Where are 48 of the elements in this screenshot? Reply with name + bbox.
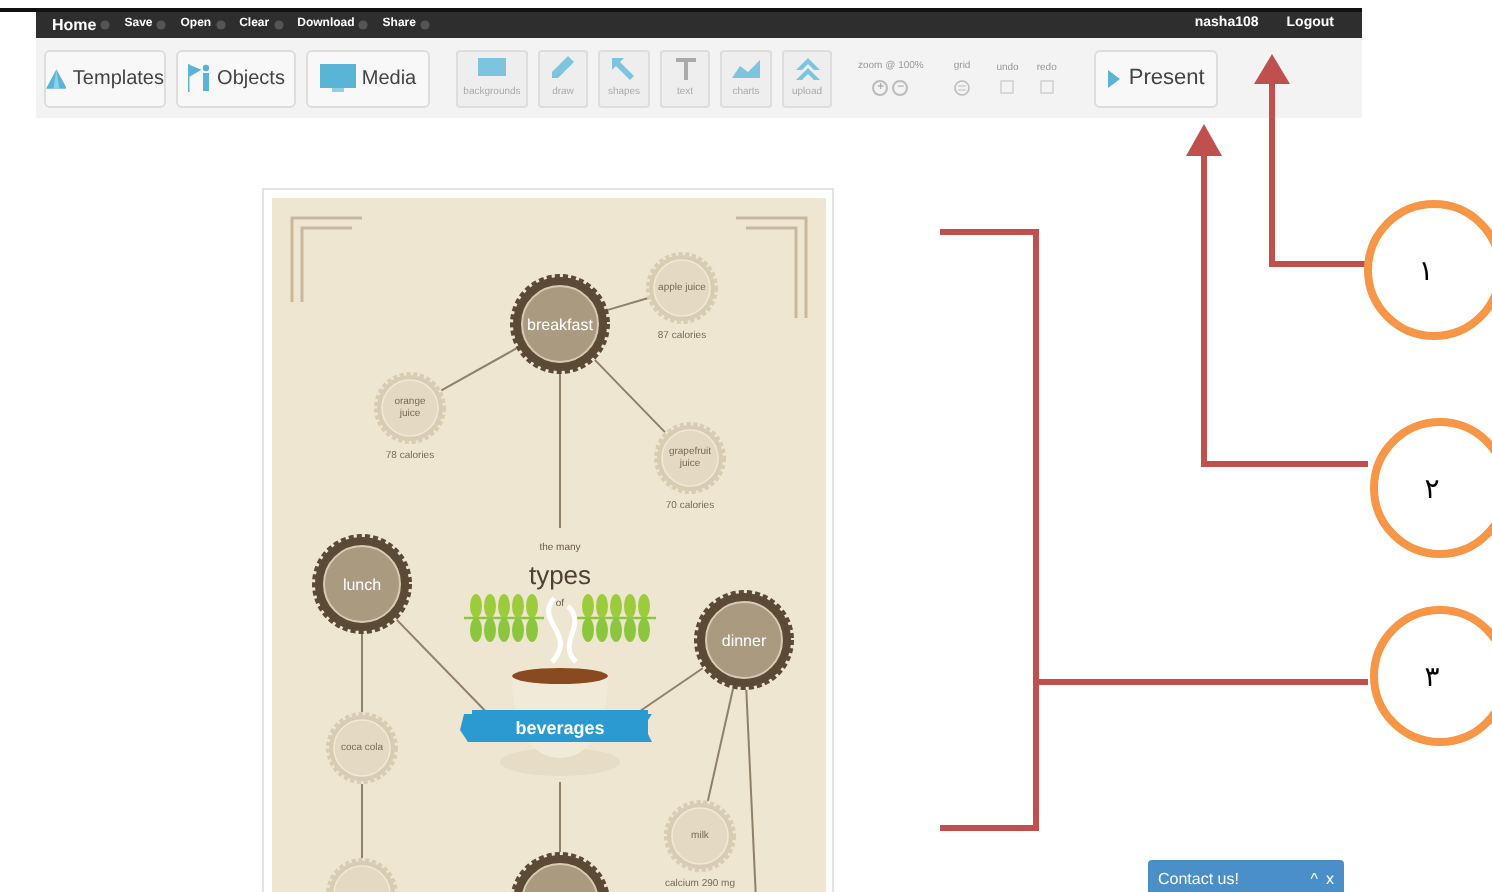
connector-line — [361, 783, 363, 859]
redo-icon[interactable] — [1039, 80, 1054, 95]
present-button[interactable]: Present — [1094, 49, 1219, 107]
monitor-icon — [319, 64, 356, 92]
dropdown-icon — [358, 20, 369, 30]
menu-item[interactable]: Home — [52, 13, 111, 37]
area-chart-icon — [730, 55, 762, 82]
banner-label: beverages — [515, 718, 605, 738]
grid-icon[interactable] — [954, 79, 971, 96]
arrow-icon — [608, 55, 640, 82]
corner-ornament — [734, 216, 808, 320]
backgrounds-icon — [476, 55, 508, 82]
node-circle — [374, 372, 446, 444]
upload-icon — [791, 55, 823, 82]
node-circle — [312, 534, 412, 634]
connector-line — [440, 347, 518, 392]
pyramid-icon — [46, 65, 67, 91]
connector-line — [606, 297, 649, 311]
node-circle — [510, 274, 610, 374]
panel-button[interactable]: Templates — [44, 49, 166, 107]
pencil-icon — [547, 55, 579, 82]
connector-line — [361, 633, 363, 713]
node-circle — [664, 800, 736, 872]
play-icon — [1108, 69, 1121, 87]
title-main: types — [528, 560, 592, 590]
node-label: breakfast — [527, 316, 593, 334]
flag-person-icon — [187, 64, 212, 92]
panel-button[interactable]: Objects — [176, 49, 296, 107]
contact-label: Contact us! — [1158, 868, 1239, 892]
connector-line — [559, 781, 561, 853]
panel-button[interactable]: Media — [306, 49, 430, 107]
dropdown-icon — [156, 20, 167, 30]
dropdown-icon — [215, 20, 226, 30]
connector-line — [593, 358, 666, 434]
node-label: lunch — [342, 576, 382, 594]
callout-number: ٣ — [1424, 662, 1440, 694]
corner-ornament — [290, 216, 364, 304]
node-circle — [326, 712, 398, 784]
dropdown-icon — [273, 20, 284, 30]
node-circle — [646, 252, 718, 324]
dropdown-icon — [100, 20, 111, 30]
node-label: dinner — [721, 632, 767, 650]
callout-number: ٢ — [1424, 474, 1440, 506]
callout-number: ١ — [1418, 256, 1434, 288]
node-circle — [654, 422, 726, 494]
node-circle — [694, 590, 794, 690]
dropdown-icon — [419, 20, 430, 30]
undo-icon[interactable] — [1000, 80, 1015, 95]
